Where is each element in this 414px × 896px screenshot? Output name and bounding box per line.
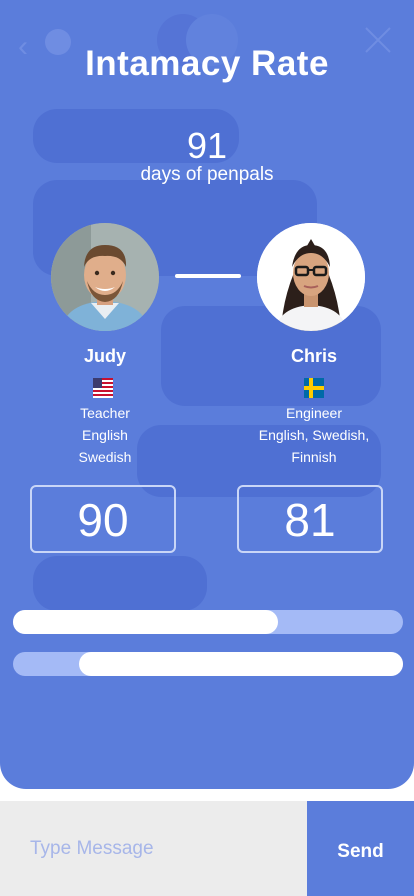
- language: Swedish: [78, 449, 132, 465]
- profession: Engineer: [285, 405, 343, 421]
- page-title: Intamacy Rate: [85, 44, 329, 83]
- avatar-judy[interactable]: [51, 223, 159, 331]
- user-info-judy: Teacher English Swedish: [20, 402, 190, 468]
- sweden-flag-icon: [304, 378, 324, 398]
- message-composer: Send: [0, 801, 414, 896]
- background-chat-bubble: [33, 556, 207, 611]
- progress-bar-judy: [13, 610, 403, 634]
- us-flag-icon: [93, 378, 113, 398]
- progress-fill: [13, 610, 278, 634]
- profession: Teacher: [80, 405, 130, 421]
- score-box-chris: 81: [237, 485, 383, 553]
- avatar-chris[interactable]: [257, 223, 365, 331]
- days-count: 91: [186, 125, 228, 166]
- progress-fill: [79, 652, 403, 676]
- user-info-chris: Engineer English, Swedish, Finnish: [229, 402, 399, 468]
- language: English, Swedish,: [258, 427, 370, 443]
- user-name-chris: Chris: [290, 346, 337, 366]
- send-button[interactable]: Send: [307, 801, 414, 896]
- score-box-judy: 90: [30, 485, 176, 553]
- profile-photo-icon: [257, 223, 365, 331]
- language: Finnish: [291, 449, 337, 465]
- progress-bar-chris: [13, 652, 403, 676]
- days-label: days of penpals: [140, 164, 274, 185]
- intimacy-card: ‹ Intamacy Rate 91 days of penpals Judy …: [0, 0, 414, 789]
- message-input[interactable]: [0, 801, 307, 896]
- profile-photo-icon: [51, 223, 159, 331]
- connection-line: [175, 274, 241, 278]
- language: English: [82, 427, 128, 443]
- user-name-judy: Judy: [83, 346, 126, 366]
